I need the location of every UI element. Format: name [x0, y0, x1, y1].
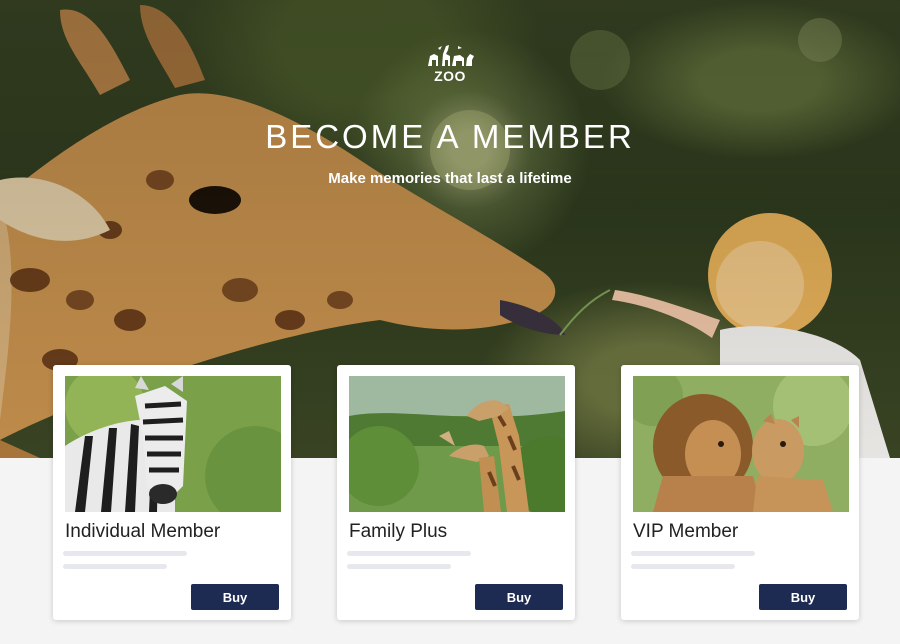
buy-button-vip[interactable]: Buy — [759, 584, 847, 610]
plan-card-family-plus: Family Plus Buy — [337, 365, 575, 620]
plan-name: Family Plus — [349, 521, 448, 542]
page-title: BECOME A MEMBER — [265, 118, 635, 155]
giraffes-photo — [349, 376, 565, 512]
plan-name: VIP Member — [633, 521, 739, 542]
zebra-photo — [65, 376, 281, 512]
description-placeholder-line — [631, 551, 755, 556]
plan-card-vip: VIP Member Buy — [621, 365, 859, 620]
lions-photo — [633, 376, 849, 512]
animals-silhouette-icon — [428, 45, 474, 66]
description-placeholder-line — [347, 564, 451, 569]
buy-button-family-plus[interactable]: Buy — [475, 584, 563, 610]
hero-subtitle: Make memories that last a lifetime — [328, 170, 572, 187]
plan-card-individual: Individual Member Buy — [53, 365, 291, 620]
plan-name: Individual Member — [65, 521, 221, 542]
zoo-logo[interactable]: ZOO — [424, 42, 476, 86]
logo-text: ZOO — [434, 68, 466, 84]
description-placeholder-line — [63, 551, 187, 556]
buy-button-individual[interactable]: Buy — [191, 584, 279, 610]
description-placeholder-line — [63, 564, 167, 569]
description-placeholder-line — [631, 564, 735, 569]
description-placeholder-line — [347, 551, 471, 556]
